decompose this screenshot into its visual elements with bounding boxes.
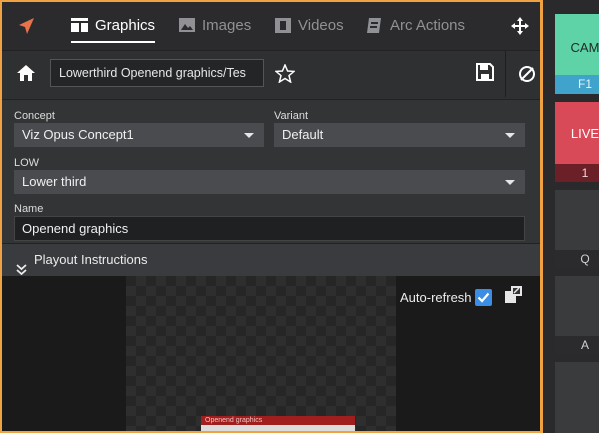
- tab-label: Videos: [298, 16, 344, 34]
- playout-instructions-label: Playout Instructions: [34, 252, 148, 267]
- star-icon[interactable]: [274, 63, 296, 88]
- variant-value: Default: [282, 127, 324, 142]
- tile-footer: F1: [555, 75, 599, 94]
- lower-third-subbar: [201, 425, 355, 431]
- concept-value: Viz Opus Concept1: [22, 127, 134, 142]
- chevron-down-icon: [505, 180, 515, 185]
- preview-area: Auto-refresh Openend graphics: [2, 276, 540, 431]
- auto-refresh-label: Auto-refresh: [400, 290, 472, 305]
- chevron-down-icon: [505, 133, 515, 138]
- popout-icon[interactable]: [504, 286, 522, 309]
- tab-label: Arc Actions: [390, 16, 466, 34]
- preview-canvas: [126, 276, 396, 431]
- save-icon[interactable]: [476, 63, 494, 86]
- graphics-icon: [71, 18, 88, 32]
- tab-label: Images: [202, 16, 252, 34]
- low-select[interactable]: Lower third: [14, 170, 525, 194]
- playout-instructions-toggle[interactable]: Playout Instructions: [2, 243, 540, 277]
- tile-footer: Q: [555, 250, 599, 268]
- app-logo-icon: [16, 16, 36, 41]
- tab-bar: Graphics Images Videos Arc Actions: [2, 2, 540, 50]
- tile-q[interactable]: Q: [555, 190, 599, 268]
- tab-videos[interactable]: Videos: [275, 14, 344, 36]
- videos-icon: [275, 17, 291, 33]
- tile-live[interactable]: LIVE 1: [555, 102, 599, 182]
- tile-sub: 1: [581, 166, 589, 180]
- toolbar-divider: [505, 51, 506, 97]
- chevron-down-icon: [244, 133, 254, 138]
- tile-empty[interactable]: [555, 362, 599, 433]
- path-bar: Lowerthird Openend graphics/Tes: [2, 50, 540, 100]
- tile-sub: F1: [577, 77, 592, 91]
- tab-images[interactable]: Images: [179, 14, 251, 36]
- active-tab-underline: [71, 41, 156, 43]
- graphics-panel: Graphics Images Videos Arc Actions Lower…: [0, 0, 543, 433]
- concept-label: Concept: [14, 110, 55, 122]
- shortcut-panel: CAM F1 LIVE 1 Q A: [543, 0, 599, 433]
- low-value: Lower third: [22, 174, 87, 189]
- tile-footer: A: [555, 336, 599, 354]
- concept-select[interactable]: Viz Opus Concept1: [14, 123, 264, 147]
- tile-label: LIVE: [570, 126, 599, 141]
- images-icon: [179, 18, 195, 32]
- lower-third-preview: Openend graphics: [201, 416, 355, 425]
- home-icon[interactable]: [16, 64, 36, 87]
- name-field[interactable]: Openend graphics: [14, 216, 525, 241]
- low-label: LOW: [14, 157, 40, 169]
- tab-graphics[interactable]: Graphics: [71, 14, 156, 43]
- variant-label: Variant: [274, 110, 309, 122]
- variant-select[interactable]: Default: [274, 123, 525, 147]
- tile-sub: A: [580, 338, 589, 352]
- move-icon[interactable]: [511, 17, 529, 40]
- tile-a[interactable]: A: [555, 276, 599, 354]
- no-link-icon[interactable]: [518, 65, 536, 88]
- auto-refresh-checkbox[interactable]: [475, 289, 492, 306]
- tab-label: Graphics: [95, 16, 156, 34]
- path-field[interactable]: Lowerthird Openend graphics/Tes: [50, 59, 264, 87]
- arc-actions-icon: [367, 17, 381, 33]
- tile-label: CAM: [570, 40, 599, 55]
- tile-cam[interactable]: CAM F1: [555, 14, 599, 94]
- name-label: Name: [14, 203, 44, 215]
- tile-footer: 1: [555, 164, 599, 182]
- tab-arc-actions[interactable]: Arc Actions: [367, 14, 465, 36]
- tile-sub: Q: [580, 252, 590, 266]
